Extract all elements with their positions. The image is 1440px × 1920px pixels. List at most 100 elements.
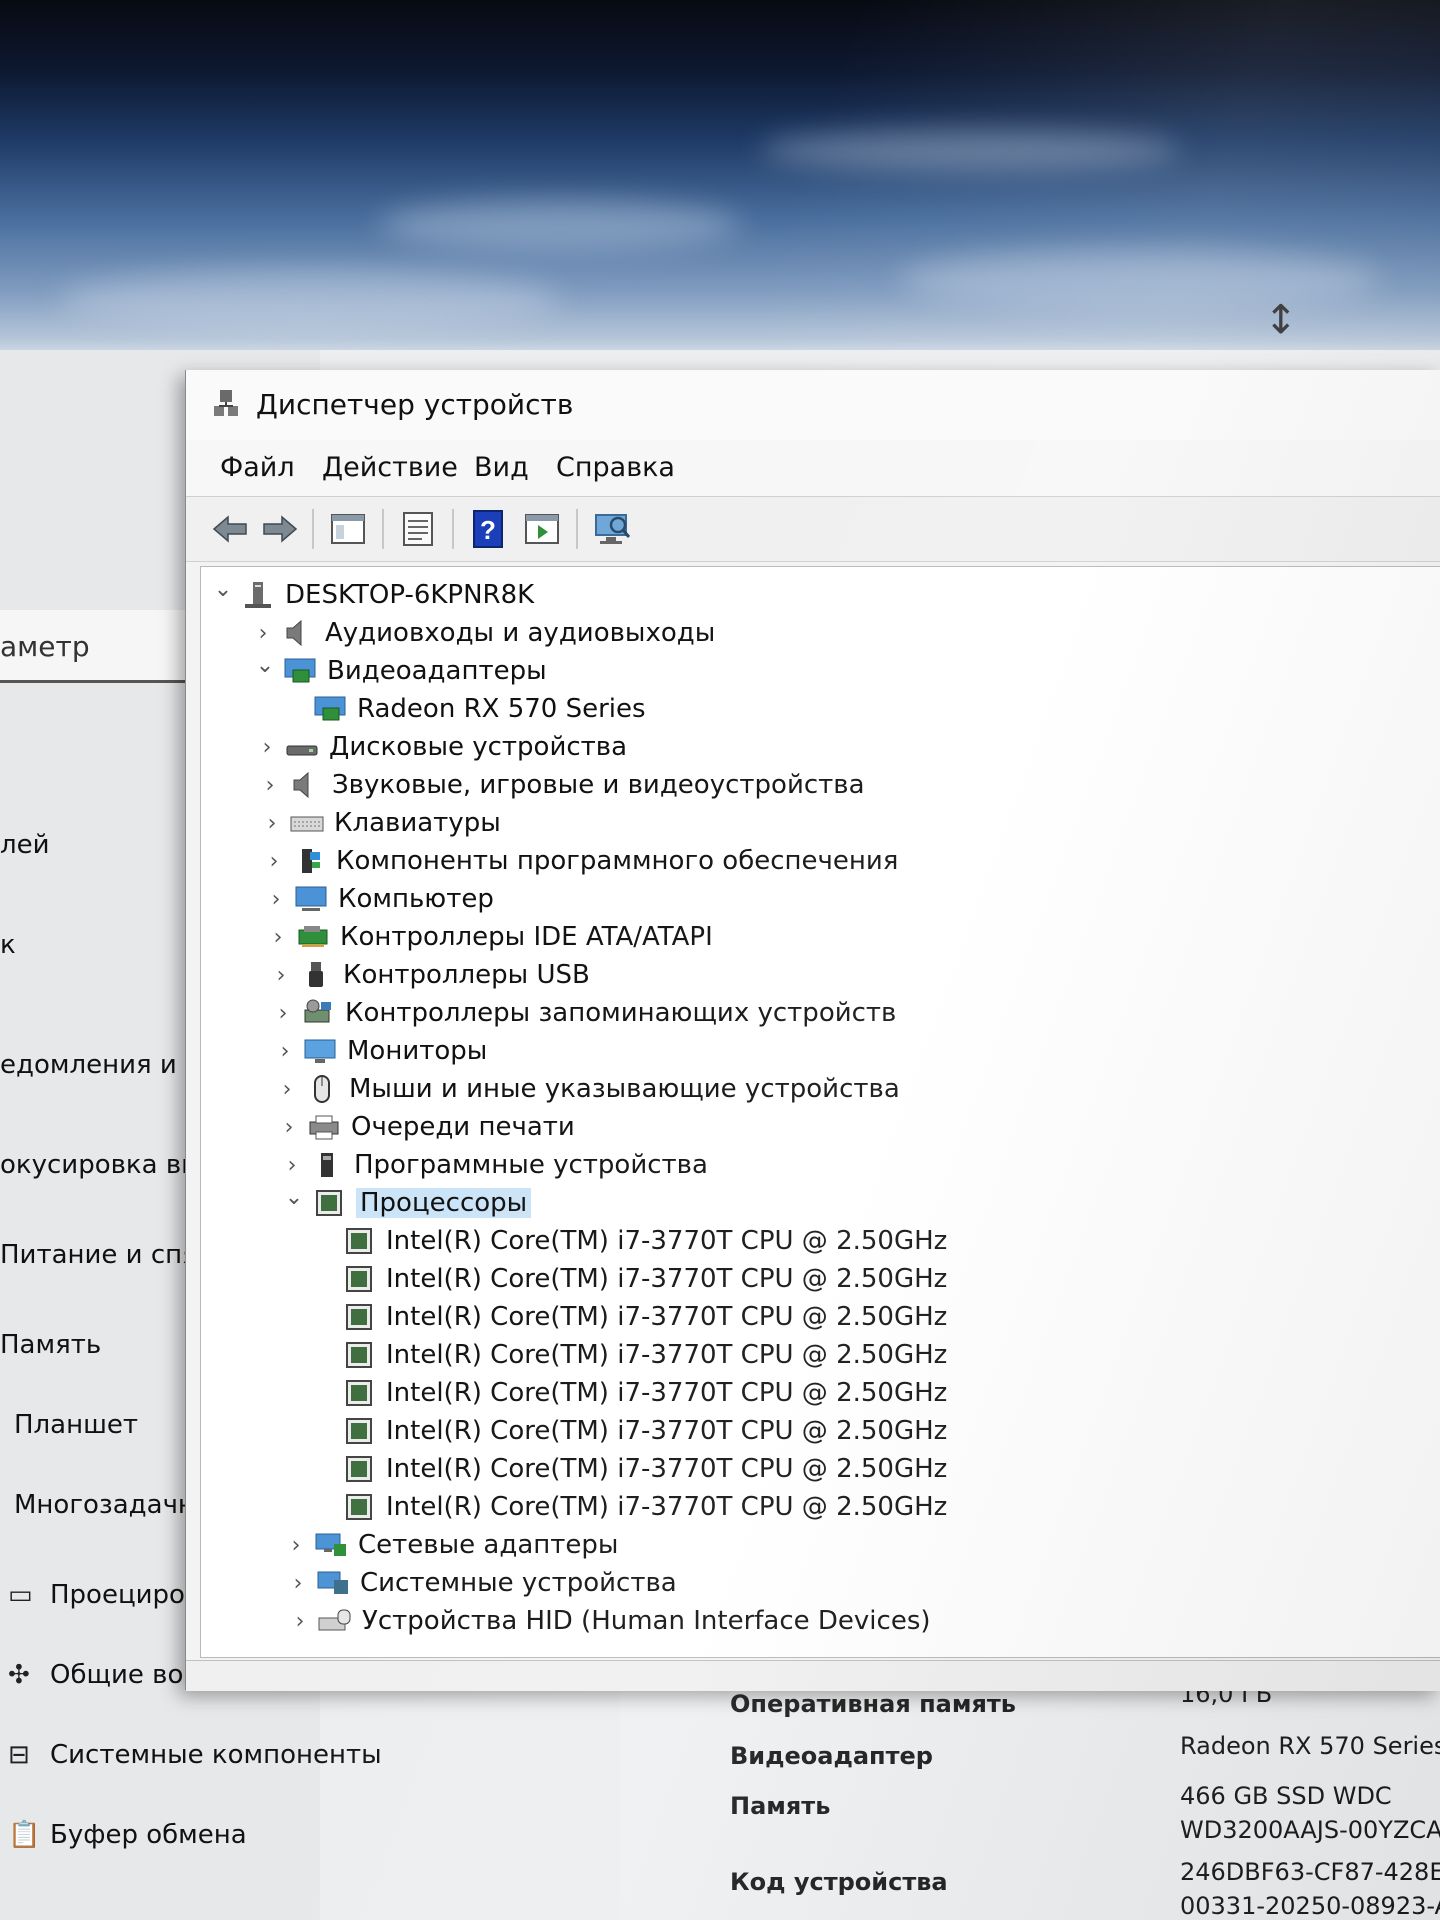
chevron-right-icon[interactable]: › (278, 1153, 306, 1178)
chevron-right-icon[interactable]: › (258, 811, 286, 836)
spec-label: Оперативная память (730, 1690, 1016, 1718)
chevron-right-icon[interactable]: › (262, 887, 290, 912)
processor-icon (346, 1266, 372, 1292)
desktop-wallpaper (0, 0, 1440, 360)
tree-node-label: Компоненты программного обеспечения (336, 846, 899, 876)
tree-category[interactable]: › Очереди печати (275, 1109, 575, 1145)
tree-node-label: Intel(R) Core(TM) i7-3770T CPU @ 2.50GHz (386, 1492, 948, 1522)
tree-category[interactable]: › Контроллеры USB (267, 957, 590, 993)
tree-node-label: Intel(R) Core(TM) i7-3770T CPU @ 2.50GHz (386, 1340, 948, 1370)
tree-node-label: Системные устройства (360, 1568, 677, 1598)
tree-category[interactable]: › Контроллеры IDE ATA/ATAPI (264, 919, 713, 955)
chevron-right-icon[interactable]: › (271, 1039, 299, 1064)
menu-view[interactable]: Вид (474, 452, 529, 483)
chevron-right-icon[interactable]: › (269, 1001, 297, 1026)
usb-icon (309, 962, 323, 987)
tree-node-label: Видеоадаптеры (327, 656, 547, 686)
resize-cursor-icon: ↕ (1264, 297, 1298, 343)
menu-action[interactable]: Действие (322, 452, 458, 483)
settings-nav-item[interactable]: Память (0, 1330, 101, 1360)
scan-hardware-icon[interactable] (590, 507, 634, 551)
tree-device[interactable]: Radeon RX 570 Series (281, 691, 646, 727)
settings-nav-label: Память (0, 1330, 102, 1360)
back-arrow-icon[interactable] (208, 507, 252, 551)
hid-icon (318, 1609, 351, 1631)
tree-node-label: Контроллеры IDE ATA/ATAPI (340, 922, 713, 952)
spec-value: 466 GB SSD WDC (1180, 1782, 1392, 1810)
settings-nav-item[interactable]: ⊟ Системные компоненты (8, 1740, 382, 1770)
chevron-right-icon[interactable]: › (282, 1533, 310, 1558)
tree-category[interactable]: › Мониторы (271, 1033, 488, 1069)
chevron-right-icon[interactable]: › (284, 1571, 312, 1596)
tree-device[interactable]: Intel(R) Core(TM) i7-3770T CPU @ 2.50GHz (310, 1261, 947, 1297)
tree-category[interactable]: › Клавиатуры (258, 805, 501, 841)
tree-category[interactable]: › Аудиовходы и аудиовыходы (249, 615, 716, 651)
device-tree[interactable]: ⌄ DESKTOP-6KPNR8K › Аудиовходы и аудиовыход… (200, 566, 1440, 1658)
mouse-icon (314, 1075, 330, 1103)
tree-node-label: Аудиовходы и аудиовыходы (325, 618, 716, 648)
processor-icon (346, 1228, 372, 1254)
spec-value: 246DBF63-CF87-428E- (1180, 1858, 1440, 1886)
title-bar[interactable]: Диспетчер устройств (186, 370, 1440, 440)
tree-category[interactable]: › Компьютер (262, 881, 494, 917)
printer-icon (309, 1115, 339, 1140)
chevron-right-icon[interactable]: › (253, 735, 281, 760)
settings-search-text: аметр (0, 630, 90, 663)
tree-device[interactable]: Intel(R) Core(TM) i7-3770T CPU @ 2.50GHz (310, 1451, 947, 1487)
computer-icon (295, 886, 327, 911)
tree-device[interactable]: Intel(R) Core(TM) i7-3770T CPU @ 2.50GHz (310, 1337, 947, 1373)
settings-nav-item[interactable]: лей (0, 830, 50, 860)
tree-category[interactable]: › Программные устройства (278, 1147, 708, 1183)
tree-node-label: Контроллеры запоминающих устройств (345, 998, 897, 1028)
chevron-right-icon[interactable]: › (286, 1609, 314, 1634)
chevron-right-icon[interactable]: › (256, 773, 284, 798)
settings-nav-item[interactable]: 📋 Буфер обмена (8, 1820, 247, 1850)
tree-node-label: Мыши и иные указывающие устройства (349, 1074, 900, 1104)
chevron-right-icon[interactable]: › (249, 621, 277, 646)
tree-device[interactable]: Intel(R) Core(TM) i7-3770T CPU @ 2.50GHz (310, 1299, 947, 1335)
tree-node-label: Мониторы (347, 1036, 488, 1066)
chevron-right-icon[interactable]: › (273, 1077, 301, 1102)
chevron-down-icon[interactable]: ⌄ (251, 653, 279, 678)
ide-controller-icon (298, 926, 328, 947)
menu-bar: Файл Действие Вид Справка (186, 440, 1440, 496)
spec-value-line2: WD3200AAJS-00YZCA (1180, 1816, 1440, 1844)
tree-device[interactable]: Intel(R) Core(TM) i7-3770T CPU @ 2.50GHz (310, 1489, 947, 1525)
computer-root-icon (245, 582, 271, 608)
settings-nav-item[interactable]: к (0, 930, 16, 960)
tree-root-computer[interactable]: ⌄ DESKTOP-6KPNR8K (209, 577, 534, 613)
properties-icon[interactable] (396, 507, 440, 551)
chevron-right-icon[interactable]: › (267, 963, 295, 988)
tree-category[interactable]: › Сетевые адаптеры (282, 1527, 619, 1563)
settings-nav-label: лей (0, 830, 50, 860)
tree-category[interactable]: ⌄ Видеоадаптеры (251, 653, 547, 689)
help-icon[interactable]: ? (466, 507, 510, 551)
menu-help[interactable]: Справка (556, 452, 675, 483)
tree-device[interactable]: Intel(R) Core(TM) i7-3770T CPU @ 2.50GHz (310, 1413, 947, 1449)
tree-category[interactable]: › Системные устройства (284, 1565, 677, 1601)
tree-device[interactable]: Intel(R) Core(TM) i7-3770T CPU @ 2.50GHz (310, 1223, 947, 1259)
tree-category[interactable]: › Устройства HID (Human Interface Devices… (286, 1603, 931, 1639)
tree-node-label: Звуковые, игровые и видеоустройства (332, 770, 865, 800)
chevron-down-icon[interactable]: ⌄ (280, 1185, 308, 1210)
chevron-down-icon[interactable]: ⌄ (209, 577, 237, 602)
menu-file[interactable]: Файл (220, 452, 295, 483)
chevron-right-icon[interactable]: › (264, 925, 292, 950)
settings-nav-item[interactable]: Планшет (14, 1410, 138, 1440)
tree-node-label: Контроллеры USB (343, 960, 590, 990)
tree-category[interactable]: › Мыши и иные указывающие устройства (273, 1071, 900, 1107)
tree-category[interactable]: › Звуковые, игровые и видеоустройства (256, 767, 865, 803)
chevron-right-icon[interactable]: › (275, 1115, 303, 1140)
tree-category[interactable]: › Компоненты программного обеспечения (260, 843, 899, 879)
show-hide-console-icon[interactable] (326, 507, 370, 551)
run-icon[interactable] (520, 507, 564, 551)
spec-label: Код устройства (730, 1868, 948, 1896)
tree-category[interactable]: › Дисковые устройства (253, 729, 627, 765)
tree-category[interactable]: ⌄ Процессоры (280, 1185, 532, 1221)
monitor-icon (304, 1039, 336, 1063)
tree-category[interactable]: › Контроллеры запоминающих устройств (269, 995, 897, 1031)
chevron-right-icon[interactable]: › (260, 849, 288, 874)
tree-device[interactable]: Intel(R) Core(TM) i7-3770T CPU @ 2.50GHz (310, 1375, 947, 1411)
forward-arrow-icon[interactable] (258, 507, 302, 551)
network-adapter-icon (315, 1533, 346, 1556)
